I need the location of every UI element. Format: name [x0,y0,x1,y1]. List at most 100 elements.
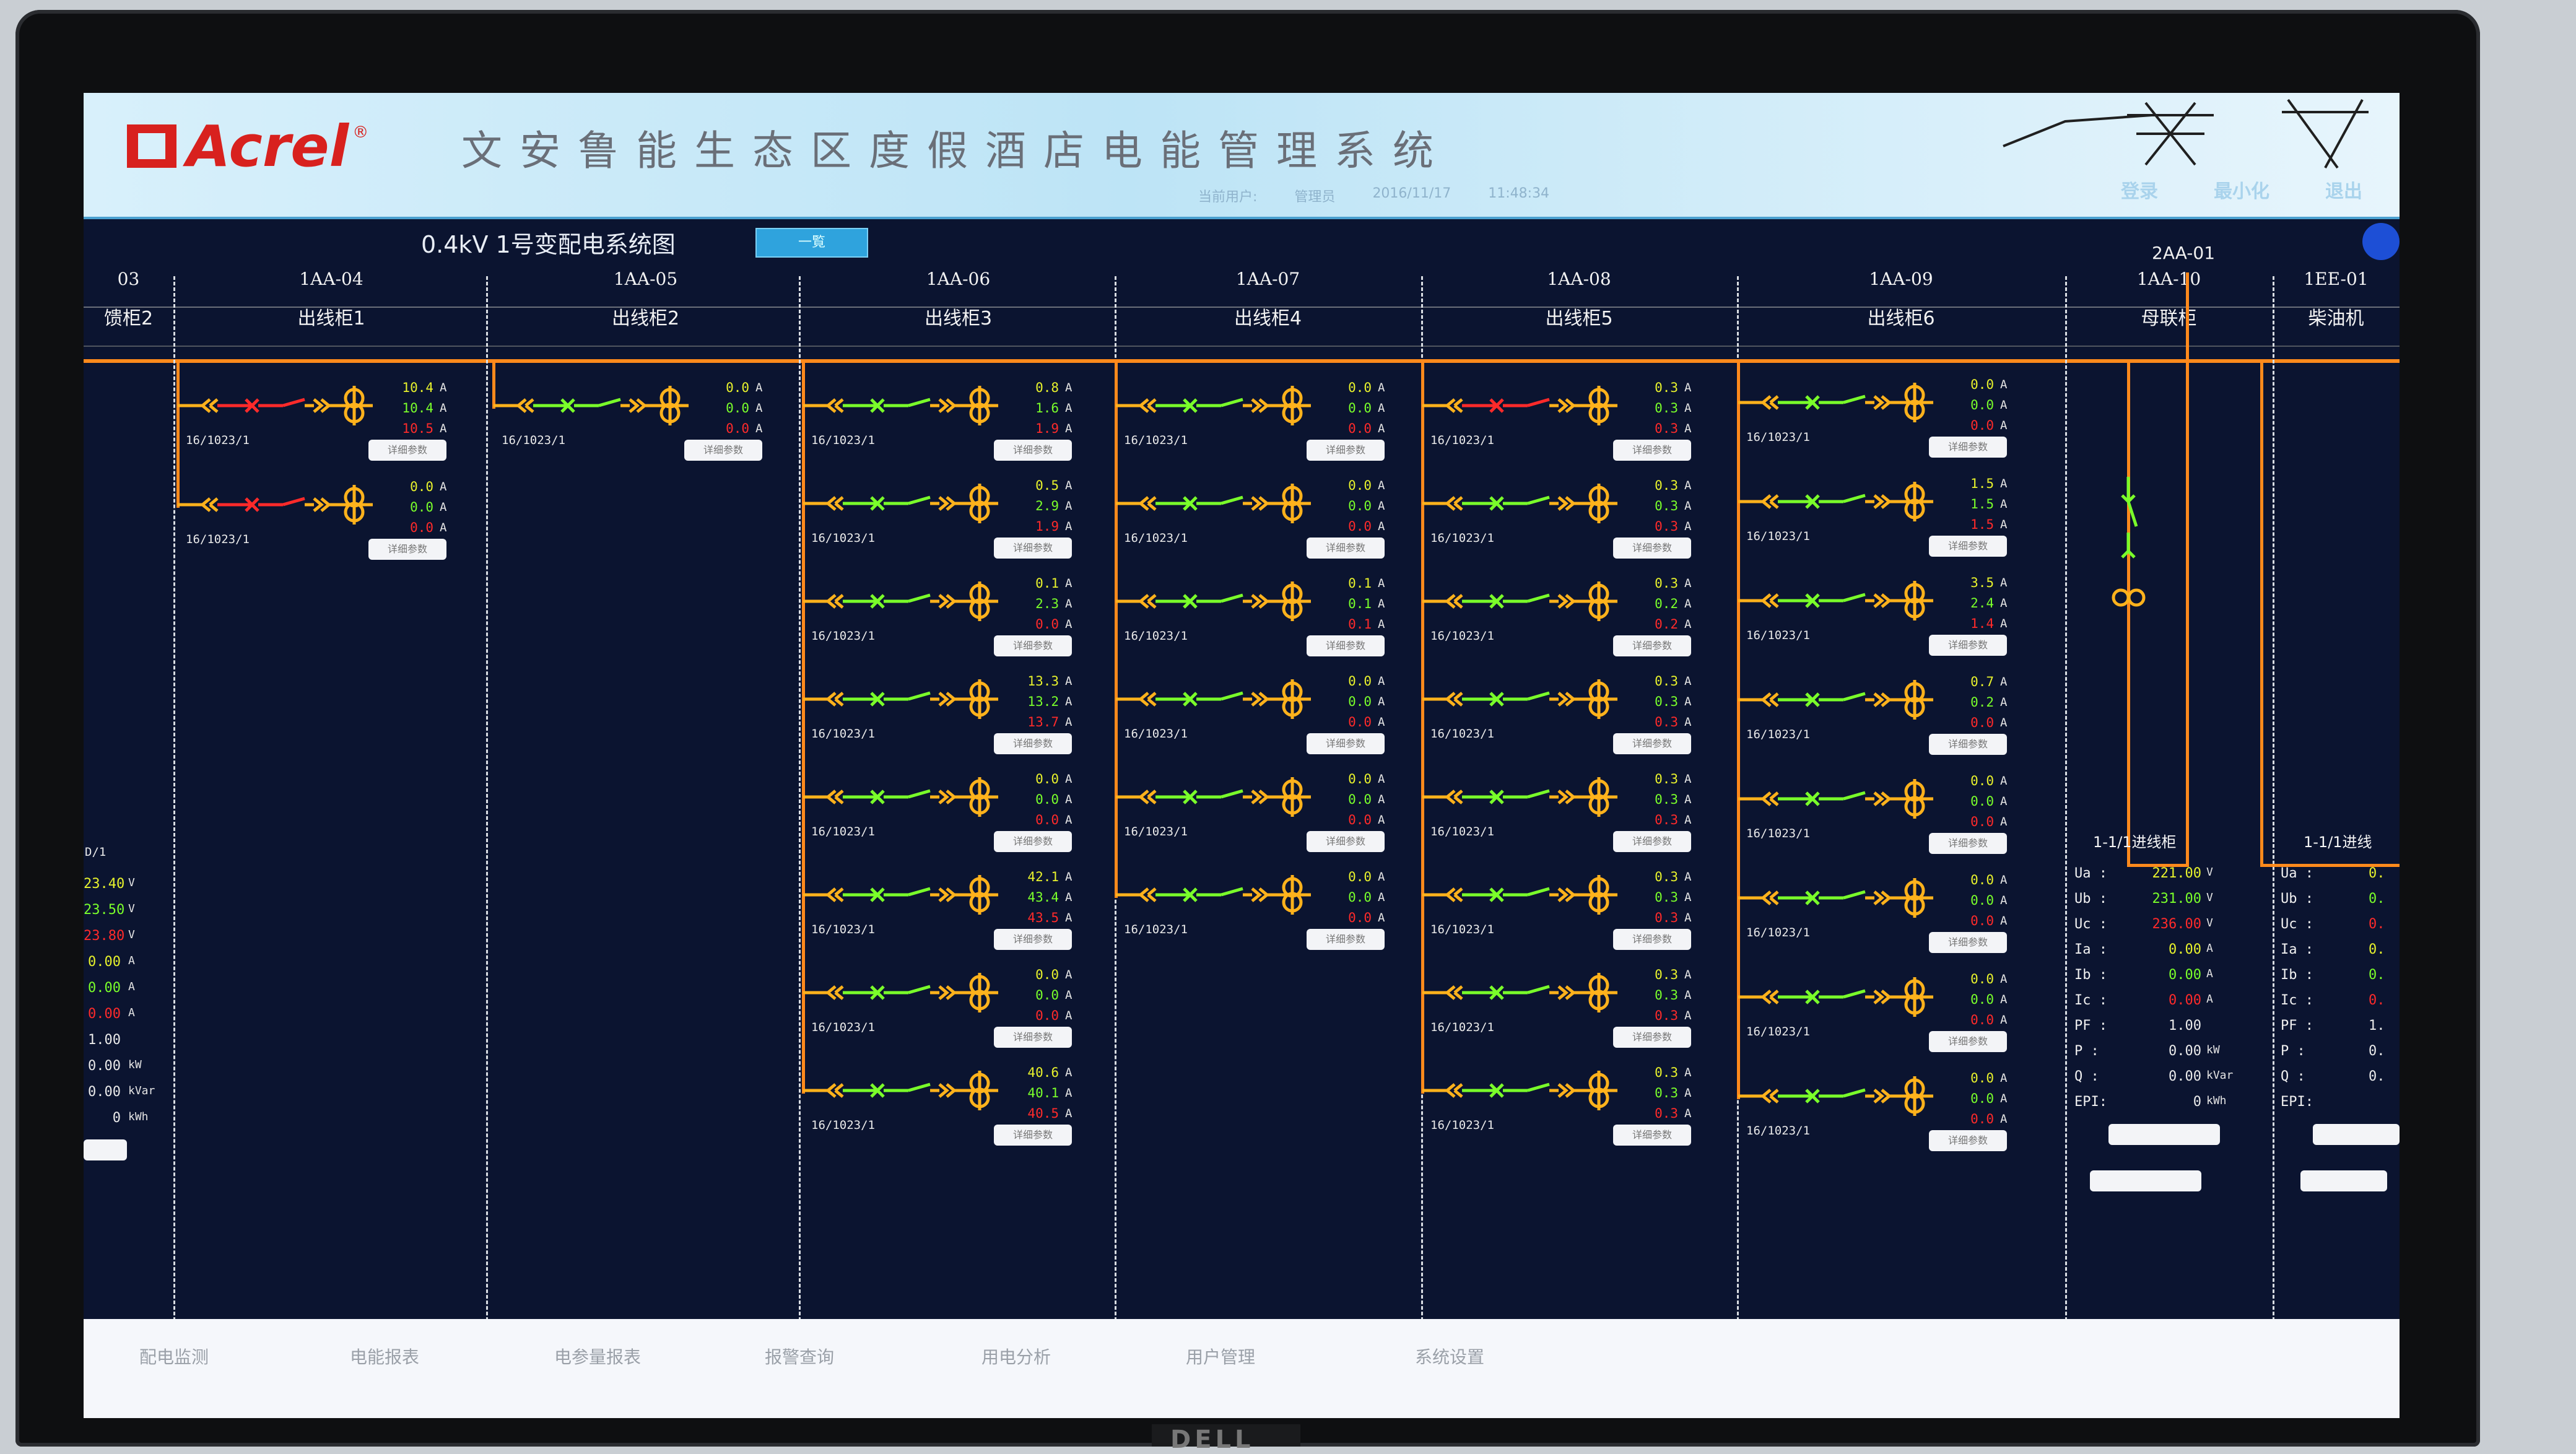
tab-distribution-monitor[interactable]: 配电监测 [139,1344,209,1369]
detail-params-button[interactable]: 详细参数 [1307,538,1385,559]
phase-c-current: 0.0 [1348,910,1372,925]
current-units: AAA [1684,378,1691,439]
unit-label: A [440,422,447,435]
feeder-circuit-icon [803,679,998,719]
phase-c-current: 0.3 [1655,910,1678,925]
tab-energy-report[interactable]: 电能报表 [350,1344,419,1369]
unit-label: A [440,521,447,534]
detail-params-button[interactable]: 详细参数 [368,440,446,461]
ct-ratio-label: 16/1023/1 [811,433,875,447]
unit-label: A [2000,1112,2008,1126]
current-readings: 0.8 1.6 1.9 [1016,378,1059,439]
phase-c-current: 10.5 [402,421,433,436]
detail-params-button[interactable]: 详细参数 [1929,833,2007,854]
detail-params-button[interactable] [2300,1170,2387,1191]
detail-params-button[interactable]: 详细参数 [994,831,1072,852]
feeder-line [1116,577,1326,621]
unit-label: A [755,381,763,394]
current-readings: 0.0 0.0 0.0 [1328,867,1372,928]
unit-label: A [1065,499,1073,513]
scroll-right-button[interactable] [2362,223,2400,260]
meter-value: 0.00 [88,954,121,970]
detail-params-button[interactable]: 详细参数 [368,539,446,560]
detail-params-button[interactable]: 详细参数 [1929,1031,2007,1052]
cabinet-name: 出线柜4 [1234,308,1302,329]
detail-params-button[interactable] [2090,1170,2201,1191]
detail-params-button[interactable]: 详细参数 [994,635,1072,656]
logo-text: Acrel [186,113,349,180]
current-readings: 0.3 0.3 0.3 [1635,476,1678,537]
meter-value: 0.00 [88,1084,121,1100]
unit-label: A [2000,477,2008,490]
unit-label: A [2000,378,2008,391]
exit-button[interactable]: 退出 [2325,176,2362,203]
detail-params-button[interactable]: 详细参数 [1929,536,2007,557]
phase-a-current: 0.0 [1970,873,1994,887]
detail-params-button[interactable]: 详细参数 [1613,831,1691,852]
detail-params-button[interactable]: 详细参数 [1307,733,1385,754]
detail-params-button[interactable]: 详细参数 [1929,1130,2007,1151]
tab-alarm-query[interactable]: 报警查询 [765,1344,834,1369]
detail-params-button[interactable]: 详细参数 [994,929,1072,950]
phase-b-current: 43.4 [1027,890,1059,905]
feeder-circuit-icon [1422,679,1617,719]
feeder-line [1116,870,1326,915]
detail-params-button[interactable]: 详细参数 [1307,831,1385,852]
current-units: AAA [1065,671,1072,733]
phase-c-current: 1.4 [1970,616,1994,631]
current-units: AAA [1065,378,1072,439]
unit-label: A [1378,597,1385,611]
feeder-line [803,381,1014,425]
login-button[interactable]: 登录 [2121,176,2158,203]
current-units: AAA [1065,867,1072,928]
phase-a-current: 0.3 [1655,869,1678,884]
minimize-button[interactable]: 最小化 [2214,176,2269,203]
meter-value: 1.00 [88,1032,121,1048]
detail-params-button[interactable]: 详细参数 [1929,437,2007,458]
detail-params-button[interactable]: 详细参数 [1929,635,2007,656]
cabinet-code: 1AA-05 [613,269,678,289]
phase-c-current: 0.1 [1348,617,1372,632]
unit-label: A [1378,813,1385,827]
feeder-circuit-icon [1738,482,1933,521]
detail-params-button[interactable]: 详细参数 [1307,440,1385,461]
detail-params-button[interactable]: 详细参数 [994,1027,1072,1048]
detail-params-button[interactable]: 详细参数 [994,440,1072,461]
current-readings: 10.4 10.4 10.5 [390,378,433,439]
detail-params-button[interactable]: 详细参数 [994,733,1072,754]
header-divider-2 [84,346,2400,347]
current-units: AAA [440,378,446,439]
detail-params-button[interactable]: 详细参数 [1613,635,1691,656]
tab-parameter-report[interactable]: 电参量报表 [554,1344,641,1369]
detail-params-button[interactable] [2108,1124,2220,1145]
column-separator [2273,276,2276,1360]
detail-params-button[interactable]: 详细参数 [994,1125,1072,1146]
detail-params-button[interactable] [84,1139,127,1160]
detail-params-button[interactable]: 详细参数 [1613,733,1691,754]
current-readings: 13.3 13.2 13.7 [1016,671,1059,733]
detail-params-button[interactable]: 详细参数 [1929,932,2007,953]
detail-params-button[interactable]: 详细参数 [1613,538,1691,559]
tab-user-management[interactable]: 用户管理 [1186,1344,1255,1369]
column-header: 1AA-07 出线柜4 [1115,269,1421,337]
phase-b-current: 0.0 [1970,1091,1994,1106]
phase-c-current: 0.0 [1348,519,1372,534]
detail-params-button[interactable]: 详细参数 [1929,734,2007,755]
feeder-line [1738,378,1949,422]
detail-params-button[interactable]: 详细参数 [1613,1125,1691,1146]
detail-params-button[interactable]: 详细参数 [1613,1027,1691,1048]
detail-params-button[interactable]: 详细参数 [1613,929,1691,950]
phase-c-current: 0.0 [1970,1112,1994,1126]
ct-ratio-label: 16/1023/1 [186,433,250,447]
detail-params-button[interactable]: 详细参数 [1307,929,1385,950]
detail-params-button[interactable] [2313,1124,2400,1145]
tab-system-settings[interactable]: 系统设置 [1415,1344,1484,1369]
phase-b-current: 1.6 [1035,401,1059,416]
detail-params-button[interactable]: 详细参数 [994,538,1072,559]
current-units: AAA [2000,375,2007,436]
detail-params-button[interactable]: 详细参数 [1307,635,1385,656]
overview-button[interactable]: 一覧 [755,228,868,258]
detail-params-button[interactable]: 详细参数 [684,440,762,461]
detail-params-button[interactable]: 详细参数 [1613,440,1691,461]
tab-usage-analysis[interactable]: 用电分析 [981,1344,1051,1369]
